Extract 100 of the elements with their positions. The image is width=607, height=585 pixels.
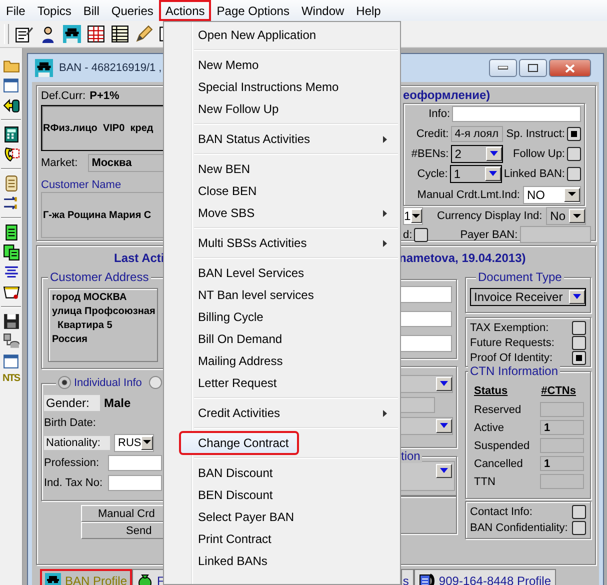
menu-item[interactable]: Bill [77, 0, 106, 21]
action-button[interactable]: Send [81, 522, 165, 539]
bens-dropdown[interactable]: 2 [450, 145, 503, 163]
field-label: Credit: [415, 128, 449, 140]
menu-item[interactable]: Billing Cycle [166, 306, 398, 328]
menu-item[interactable]: Linked BANs [166, 550, 398, 572]
dropdown[interactable]: 1 [403, 207, 423, 225]
close-button[interactable] [549, 59, 591, 77]
window-icon[interactable] [2, 77, 20, 94]
menu-item[interactable]: BAN Status Activities [166, 128, 398, 150]
maximize-icon [528, 64, 538, 72]
menu-item[interactable]: New Follow Up [166, 98, 398, 120]
checkbox[interactable] [567, 167, 581, 181]
action-button[interactable]: Manual Crd [81, 505, 165, 522]
window-icon[interactable] [2, 353, 20, 370]
calculator-icon[interactable] [2, 126, 20, 143]
documents-icon[interactable] [2, 244, 20, 261]
radio-button[interactable] [58, 376, 71, 389]
checkbox-label: d: [403, 228, 412, 240]
document-type-dropdown[interactable]: Invoice Receiver [470, 288, 586, 306]
menu-item[interactable]: Window [295, 0, 350, 21]
menu-item[interactable]: BAN Level Services [166, 262, 398, 284]
scroll-icon[interactable] [2, 175, 20, 192]
manual-credit-dropdown[interactable]: NO [523, 186, 581, 204]
column-header: Status [474, 385, 508, 397]
checkbox[interactable] [567, 147, 581, 161]
money-bag-icon[interactable] [137, 572, 153, 585]
checkbox[interactable] [572, 321, 586, 335]
checkbox[interactable] [572, 336, 586, 350]
checkbox[interactable] [567, 127, 581, 141]
profession-field[interactable] [108, 454, 162, 470]
menu-item[interactable]: Close BEN [166, 180, 398, 202]
menu-item[interactable]: Change Contract [180, 432, 298, 454]
arrows-icon[interactable] [2, 195, 20, 212]
nts-button[interactable]: NTS [2, 373, 20, 384]
menu-item[interactable]: BAN Discount [166, 462, 398, 484]
agent-icon[interactable] [63, 25, 81, 43]
menu-item[interactable]: Multi SBSs Activities [166, 232, 398, 254]
currency-dropdown[interactable]: No [546, 207, 586, 225]
arrow-cylinder-icon[interactable] [2, 97, 20, 114]
payer-ban-field[interactable] [520, 226, 591, 243]
menu-item[interactable]: Bill On Demand [166, 328, 398, 350]
menu-item[interactable]: Actions [159, 0, 211, 21]
info-field[interactable] [452, 106, 581, 122]
minimize-button[interactable] [489, 59, 517, 77]
agent-icon[interactable] [35, 59, 53, 77]
status-label: Suspended [474, 440, 531, 452]
field-label: Nationality: [44, 436, 110, 450]
tab[interactable]: 909-164-8448 Profile [414, 569, 556, 585]
segment-field[interactable]: RФиз.лицо VIP0 кред [41, 105, 165, 151]
checkbox[interactable] [572, 351, 586, 365]
pencil-icon[interactable] [135, 25, 153, 43]
count-field: 1 [540, 456, 584, 471]
menu-item[interactable]: Select Payer BAN [166, 506, 398, 528]
group-legend: Document Type [476, 270, 564, 284]
maximize-button[interactable] [519, 59, 547, 77]
tax-number-field[interactable] [108, 474, 162, 490]
menu-item[interactable]: Topics [31, 0, 78, 21]
customer-name-field[interactable]: Г-жа Рощина Мария С [41, 192, 165, 238]
menu-item[interactable]: File [0, 0, 32, 21]
grid-icon[interactable] [87, 25, 105, 43]
checkbox-label: BAN Confidentiality: [470, 522, 568, 534]
table-icon[interactable] [111, 25, 129, 43]
count-field [540, 438, 584, 453]
menu-item[interactable]: Help [350, 0, 387, 21]
checkbox[interactable] [572, 505, 586, 519]
menu-item[interactable]: Print Contract [166, 528, 398, 550]
form-edit-icon[interactable] [15, 25, 33, 43]
count-field [540, 474, 584, 489]
menu-item[interactable]: NT Ban level services [166, 284, 398, 306]
document-icon[interactable] [2, 224, 20, 241]
group-legend: tion [399, 449, 422, 463]
checkbox[interactable] [572, 521, 586, 535]
menu-item[interactable]: Move SBS [166, 202, 398, 224]
status-label: TTN [474, 476, 496, 488]
menu-item[interactable]: Mailing Address [166, 350, 398, 372]
phone-document-icon[interactable] [418, 572, 435, 585]
menu-item[interactable]: Letter Request [166, 372, 398, 394]
menu-item[interactable]: Credit Activities [166, 402, 398, 424]
field-label: Market: [41, 157, 78, 169]
menu-item[interactable]: BEN Discount [166, 484, 398, 506]
checkbox[interactable] [414, 228, 428, 242]
caret-icon [440, 381, 448, 387]
menu-item[interactable]: New BEN [166, 158, 398, 180]
field-label: Def.Curr: [41, 90, 86, 102]
menu-item[interactable]: Special Instructions Memo [166, 76, 398, 98]
nationality-dropdown[interactable]: RUS [114, 434, 154, 452]
menu-item[interactable]: Open New Application [166, 24, 398, 46]
tab[interactable]: s [400, 569, 414, 585]
menu-item[interactable]: Page Options [210, 0, 296, 21]
market-field[interactable]: Москва [88, 154, 165, 172]
credit-field[interactable]: 4-я лоял [450, 126, 503, 142]
menu-item[interactable]: Queries [105, 0, 160, 21]
agent-icon[interactable] [45, 572, 61, 585]
field-label: Customer Name [41, 179, 122, 191]
phone-icon[interactable] [2, 146, 20, 163]
menu-item[interactable]: New Memo [166, 54, 398, 76]
cycle-dropdown[interactable]: 1 [450, 165, 502, 183]
status-heading: еоформление) [403, 88, 492, 102]
radio-button[interactable] [148, 376, 162, 389]
